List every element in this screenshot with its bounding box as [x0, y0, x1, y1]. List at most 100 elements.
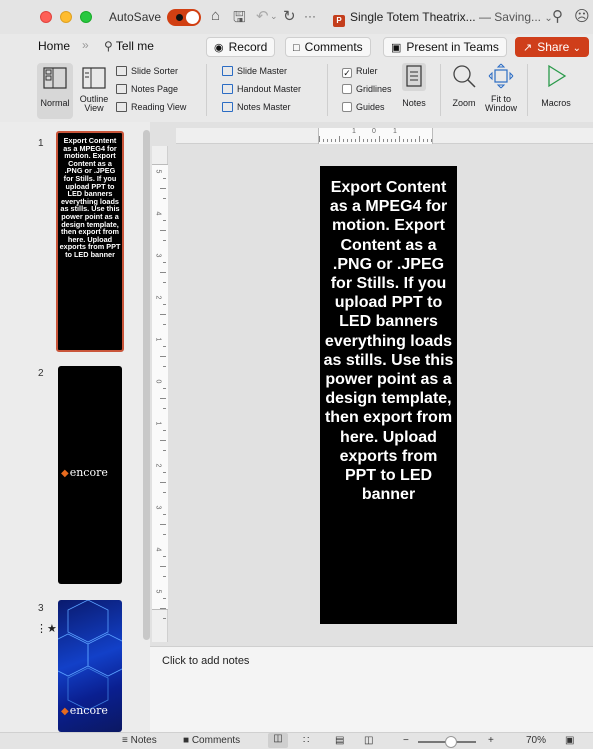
- comments-status-button[interactable]: ■ Comments: [183, 735, 240, 746]
- ruler-tick: [163, 346, 166, 347]
- autosave-toggle[interactable]: [167, 9, 201, 26]
- ruler-tick: [415, 139, 416, 142]
- ruler-tick: [163, 388, 166, 389]
- search-icon[interactable]: ⚲: [552, 7, 563, 25]
- title-bar: AutoSave ⌂ 🖫 ↶ ⌄ ↻ ··· P Single Totem The…: [0, 0, 593, 34]
- gridlines-label: Gridlines: [356, 84, 392, 94]
- handout-master-icon: [222, 84, 233, 94]
- notes-page-button[interactable]: Notes Page: [116, 84, 178, 94]
- slide-sorter-status-button[interactable]: ∷: [303, 735, 309, 746]
- ruler-label: 5: [154, 589, 162, 594]
- powerpoint-icon: P: [333, 15, 345, 27]
- save-icon[interactable]: 🖫: [233, 7, 246, 32]
- notes-pane[interactable]: Click to add notes: [150, 646, 593, 732]
- home-icon[interactable]: ⌂: [211, 7, 220, 24]
- guides-checkbox[interactable]: Guides: [342, 102, 385, 112]
- normal-label: Normal: [40, 98, 70, 108]
- comments-button[interactable]: □ Comments: [285, 37, 371, 57]
- view-ribbon: Normal Outline View Slide Sorter Notes Pa…: [0, 58, 593, 122]
- slide-number: 2: [38, 368, 44, 379]
- document-title[interactable]: P Single Totem Theatrix... — Saving... ⌄: [333, 10, 553, 27]
- ruler-tick: [160, 566, 166, 567]
- zoom-level[interactable]: 70%: [526, 735, 546, 746]
- reading-view-status-button[interactable]: ▤: [335, 735, 344, 746]
- normal-view-button[interactable]: Normal: [37, 63, 73, 119]
- ruler-tick: [347, 139, 348, 142]
- macros-button[interactable]: Macros: [538, 63, 574, 119]
- vertical-ruler: 5 4 3 2 1 0 1 2 3 4 5: [152, 146, 168, 642]
- ruler-checkbox[interactable]: ✓ Ruler: [342, 66, 378, 78]
- ruler-tick: [379, 136, 380, 142]
- chevron-right-icon[interactable]: »: [82, 38, 89, 52]
- ruler-label: 4: [154, 547, 162, 552]
- handout-master-button[interactable]: Handout Master: [222, 84, 301, 94]
- ruler-label: Ruler: [356, 66, 378, 76]
- zoom-slider-handle[interactable]: [445, 736, 457, 748]
- undo-dropdown-icon[interactable]: ⌄: [270, 11, 278, 22]
- zoom-in-button[interactable]: +: [488, 735, 494, 746]
- undo-icon[interactable]: ↶: [256, 7, 269, 25]
- tab-home[interactable]: Home: [38, 39, 70, 53]
- normal-view-status-button[interactable]: ◫: [268, 733, 288, 748]
- ruler-tick: [359, 136, 360, 142]
- slide-thumbnail-1[interactable]: Export Content as a MPEG4 for motion. Ex…: [56, 131, 124, 352]
- slide-master-button[interactable]: Slide Master: [222, 66, 287, 76]
- chevron-down-icon: ⌄: [572, 43, 581, 54]
- slide-thumbnail-3[interactable]: ◆encore: [58, 600, 122, 732]
- record-label: Record: [228, 40, 268, 54]
- magnifier-icon: [453, 65, 476, 88]
- thumbnail-scrollbar[interactable]: [143, 130, 150, 640]
- notes-placeholder[interactable]: Click to add notes: [162, 655, 249, 667]
- more-icon[interactable]: ···: [304, 9, 316, 23]
- autosave-label: AutoSave: [109, 10, 162, 24]
- ruler-tick: [375, 139, 376, 142]
- slide-canvas[interactable]: Export Content as a MPEG4 for motion. Ex…: [320, 166, 457, 624]
- redo-icon[interactable]: ↻: [283, 7, 296, 25]
- outline-view-button[interactable]: Outline View: [76, 63, 112, 119]
- tell-me-label: Tell me: [115, 39, 154, 53]
- slide-sorter-label: Slide Sorter: [131, 66, 179, 76]
- fit-to-window-button[interactable]: Fit to Window: [481, 63, 521, 119]
- ruler-tick: [427, 139, 428, 142]
- slide-master-label: Slide Master: [237, 66, 288, 76]
- zoom-button[interactable]: Zoom: [449, 63, 479, 119]
- zoom-label: Zoom: [452, 98, 476, 108]
- share-button[interactable]: ↗ Share ⌄: [515, 37, 589, 57]
- notes-page-icon: [116, 84, 127, 94]
- reading-view-button[interactable]: Reading View: [116, 102, 186, 112]
- notes-status-button[interactable]: ≡ Notes: [122, 735, 157, 746]
- ruler-tick: [163, 430, 166, 431]
- fit-slide-button[interactable]: ▣: [565, 735, 574, 746]
- close-window-button[interactable]: [40, 11, 52, 23]
- ruler-tick: [163, 324, 166, 325]
- slide-thumbnail-2[interactable]: ◆encore: [58, 366, 122, 584]
- tell-me-search[interactable]: ⚲ Tell me: [104, 39, 154, 53]
- reading-view-icon: ▤: [335, 735, 345, 746]
- slide-sorter-button[interactable]: Slide Sorter: [116, 66, 178, 76]
- ruler-label: 5: [154, 169, 162, 174]
- ruler-tick: [371, 139, 372, 142]
- ruler-label: 4: [154, 211, 162, 216]
- notes-master-icon: [222, 102, 233, 112]
- outline-view-icon: [82, 67, 106, 89]
- present-in-teams-button[interactable]: ▣ Present in Teams: [383, 37, 507, 57]
- gridlines-checkbox[interactable]: Gridlines: [342, 84, 392, 94]
- share-person-icon[interactable]: ☹: [574, 7, 590, 25]
- slide-text-box[interactable]: Export Content as a MPEG4 for motion. Ex…: [320, 166, 457, 504]
- notes-master-label: Notes Master: [237, 102, 291, 112]
- document-status: — Saving...: [478, 10, 541, 24]
- ruler-tick: [163, 366, 166, 367]
- ruler-tick: [163, 178, 166, 179]
- ruler-tick: [431, 139, 432, 142]
- zoom-window-button[interactable]: [80, 11, 92, 23]
- ruler-tick: [423, 139, 424, 142]
- notes-master-button[interactable]: Notes Master: [222, 102, 291, 112]
- notes-toggle-button[interactable]: Notes: [397, 63, 431, 119]
- zoom-out-button[interactable]: −: [403, 735, 409, 746]
- slide-sorter-icon: ∷: [303, 735, 310, 746]
- ribbon-divider: [527, 64, 528, 116]
- ruler-tick: [331, 139, 332, 142]
- minimize-window-button[interactable]: [60, 11, 72, 23]
- record-button[interactable]: ◉ Record: [206, 37, 276, 57]
- slideshow-status-button[interactable]: ◫: [364, 735, 373, 746]
